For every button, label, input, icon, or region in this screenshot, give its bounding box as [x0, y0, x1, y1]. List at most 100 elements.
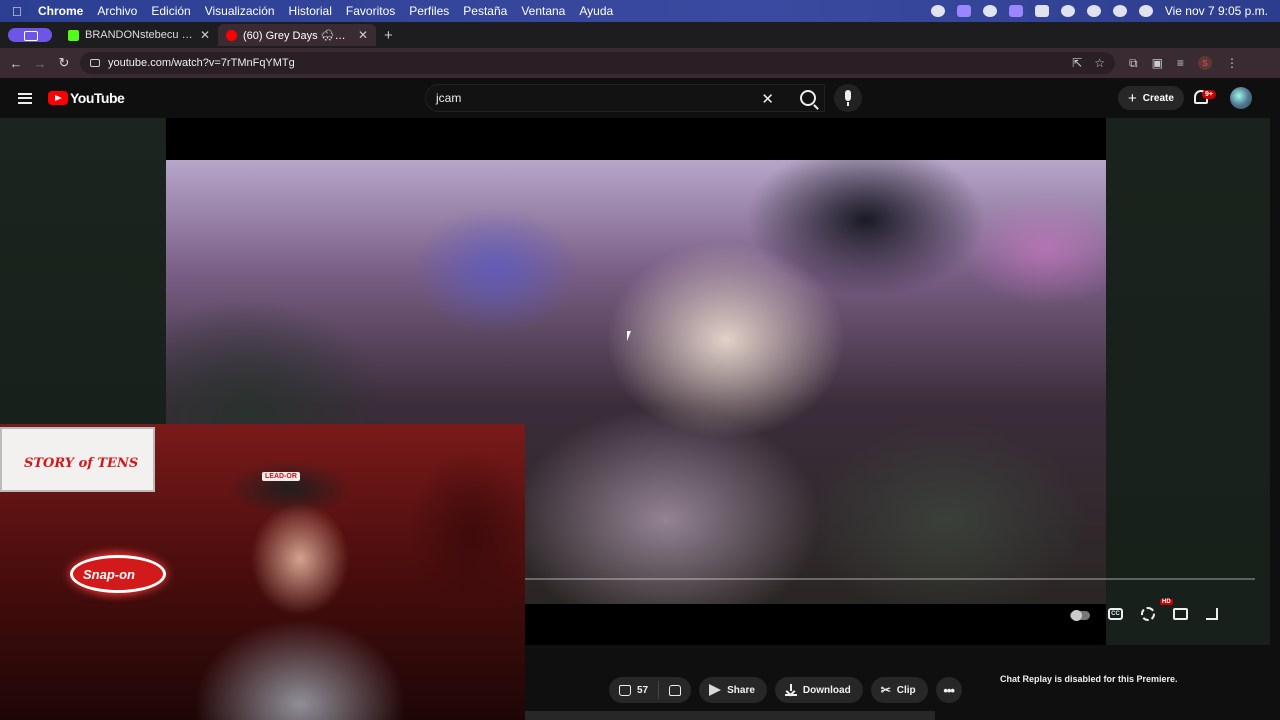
neon-sign: Snap-on [70, 555, 166, 593]
side-panel-icon[interactable]: ▣ [1152, 56, 1163, 70]
chrome-menu-icon[interactable]: ⋮ [1226, 56, 1238, 70]
share-arrow-icon [709, 684, 722, 696]
keyboard-input-icon[interactable] [1034, 5, 1049, 17]
spotlight-search-icon[interactable] [1086, 5, 1101, 17]
menu-ayuda[interactable]: Ayuda [579, 4, 613, 18]
macos-menu-bar:  Chrome Archivo Edición Visualización H… [0, 0, 1280, 22]
address-bar[interactable]: youtube.com/watch?v=7rTMnFqYMTg ⇱ ☆ [80, 52, 1115, 74]
notification-count-badge: 9+ [1202, 90, 1216, 99]
reading-list-icon[interactable]: ≡ [1177, 56, 1184, 70]
player-controls-bar [525, 604, 1106, 645]
menu-edicion[interactable]: Edición [151, 4, 190, 18]
clip-label: Clip [896, 684, 916, 696]
clip-button[interactable]: ✂ Clip [870, 677, 928, 703]
forward-arrow-icon[interactable]: → [28, 56, 52, 71]
menubar-clock[interactable]: Vie nov 7 9:05 p.m. [1165, 4, 1268, 18]
neon-sign-text: Snap-on [83, 567, 135, 582]
download-label: Download [802, 684, 851, 696]
youtube-favicon-icon [226, 29, 237, 41]
siri-icon[interactable] [1138, 5, 1153, 17]
webcam-wall-sign: STORY of TENS [0, 427, 155, 492]
browser-toolbar: ← → ↻ youtube.com/watch?v=7rTMnFqYMTg ⇱ … [0, 48, 1280, 78]
share-button[interactable]: Share [699, 677, 767, 703]
player-letterbox-top [166, 118, 1106, 160]
address-bar-url[interactable]: youtube.com/watch?v=7rTMnFqYMTg [108, 57, 295, 69]
settings-gear-icon[interactable] [1141, 607, 1155, 621]
new-tab-plus-icon[interactable]: + [384, 27, 393, 44]
kick-favicon-icon [68, 29, 79, 41]
tab-close-icon[interactable]: ✕ [358, 28, 368, 42]
scissors-icon: ✂ [880, 683, 891, 697]
account-avatar[interactable] [1230, 87, 1252, 109]
install-app-icon[interactable]: ⇱ [1072, 56, 1082, 70]
wall-sign-text: STORY of TENS [24, 456, 139, 471]
browser-tab-strip: BRANDONstebecu Stream - ✕ (60) Grey Days… [0, 22, 1280, 48]
menu-archivo[interactable]: Archivo [97, 4, 137, 18]
create-label: Create [1142, 92, 1174, 104]
tab-kick-stream[interactable]: BRANDONstebecu Stream - ✕ [60, 24, 218, 46]
hd-badge: HD [1160, 599, 1173, 605]
site-info-icon[interactable] [90, 59, 100, 67]
search-icon[interactable] [800, 90, 816, 106]
progress-bar[interactable] [525, 578, 1255, 580]
tab-title: BRANDONstebecu Stream - [85, 29, 194, 41]
tab-title: (60) Grey Days 🌨🌨 - @elro [243, 29, 352, 42]
wifi-icon[interactable] [1060, 5, 1075, 17]
menu-favoritos[interactable]: Favoritos [346, 4, 395, 18]
mouse-cursor-icon [627, 331, 635, 341]
autoplay-toggle[interactable] [1070, 609, 1090, 621]
tab-youtube-video[interactable]: (60) Grey Days 🌨🌨 - @elro ✕ [218, 24, 376, 46]
bookmark-star-icon[interactable]: ☆ [1094, 56, 1105, 70]
share-label: Share [727, 684, 755, 696]
control-center-icon[interactable] [1112, 5, 1127, 17]
media-play-icon[interactable] [982, 5, 997, 17]
fullscreen-icon[interactable] [1206, 608, 1218, 620]
voice-search-mic-icon[interactable] [834, 84, 862, 112]
download-icon [784, 684, 797, 696]
video-actions: 57 Share Download ✂ Clip ••• [609, 677, 962, 703]
more-actions-button[interactable]: ••• [935, 677, 962, 703]
screen-record-icon[interactable] [956, 5, 971, 17]
description-box-edge [525, 711, 935, 720]
back-arrow-icon[interactable]: ← [4, 56, 28, 71]
plus-icon: + [1128, 89, 1137, 107]
youtube-logo-text: YouTube [70, 90, 125, 106]
chat-replay-disabled-note: Chat Replay is disabled for this Premier… [1000, 674, 1178, 684]
dislike-button[interactable] [659, 684, 691, 696]
download-button[interactable]: Download [774, 677, 863, 703]
like-count: 57 [637, 684, 649, 696]
menu-ventana[interactable]: Ventana [521, 4, 565, 18]
menu-app-name[interactable]: Chrome [38, 4, 83, 18]
player-right-controls: CC [1070, 603, 1218, 625]
extensions-area: ⧉ ▣ ≡ S ⋮ [1129, 56, 1238, 71]
like-dislike-group: 57 [609, 677, 692, 703]
youtube-logo[interactable]: YouTube [48, 90, 125, 106]
search-input[interactable]: jcam ✕ [425, 84, 825, 112]
menu-historial[interactable]: Historial [289, 4, 332, 18]
search-query[interactable]: jcam [436, 91, 461, 105]
reload-icon[interactable]: ↻ [52, 55, 76, 71]
subtitles-cc-icon[interactable]: CC [1108, 608, 1123, 620]
guide-menu-icon[interactable] [18, 92, 32, 104]
profile-avatar[interactable]: S [1197, 56, 1212, 70]
menu-perfiles[interactable]: Perfiles [409, 4, 449, 18]
menu-pestana[interactable]: Pestaña [463, 4, 507, 18]
apple-menu-icon[interactable]:  [12, 4, 26, 19]
ambient-glow-left [0, 118, 166, 425]
profile-window-icon[interactable] [8, 28, 52, 42]
thumbs-up-icon [619, 684, 631, 696]
menu-visualizacion[interactable]: Visualización [205, 4, 275, 18]
create-button[interactable]: + Create [1118, 86, 1184, 110]
ambient-glow-right [1106, 118, 1270, 645]
status-app-icon[interactable] [930, 5, 945, 17]
menubar-status-area: Vie nov 7 9:05 p.m. [930, 4, 1268, 18]
thumbs-down-icon [669, 684, 682, 696]
tab-close-icon[interactable]: ✕ [200, 28, 210, 42]
like-button[interactable]: 57 [619, 681, 660, 699]
clear-search-icon[interactable]: ✕ [761, 90, 774, 108]
theater-mode-icon[interactable] [1173, 608, 1188, 620]
window-icon[interactable] [1008, 5, 1023, 17]
youtube-header: YouTube jcam ✕ + Create [0, 78, 1280, 118]
cap-logo-text: LEAD-OR [262, 472, 300, 481]
extensions-puzzle-icon[interactable]: ⧉ [1129, 56, 1138, 71]
